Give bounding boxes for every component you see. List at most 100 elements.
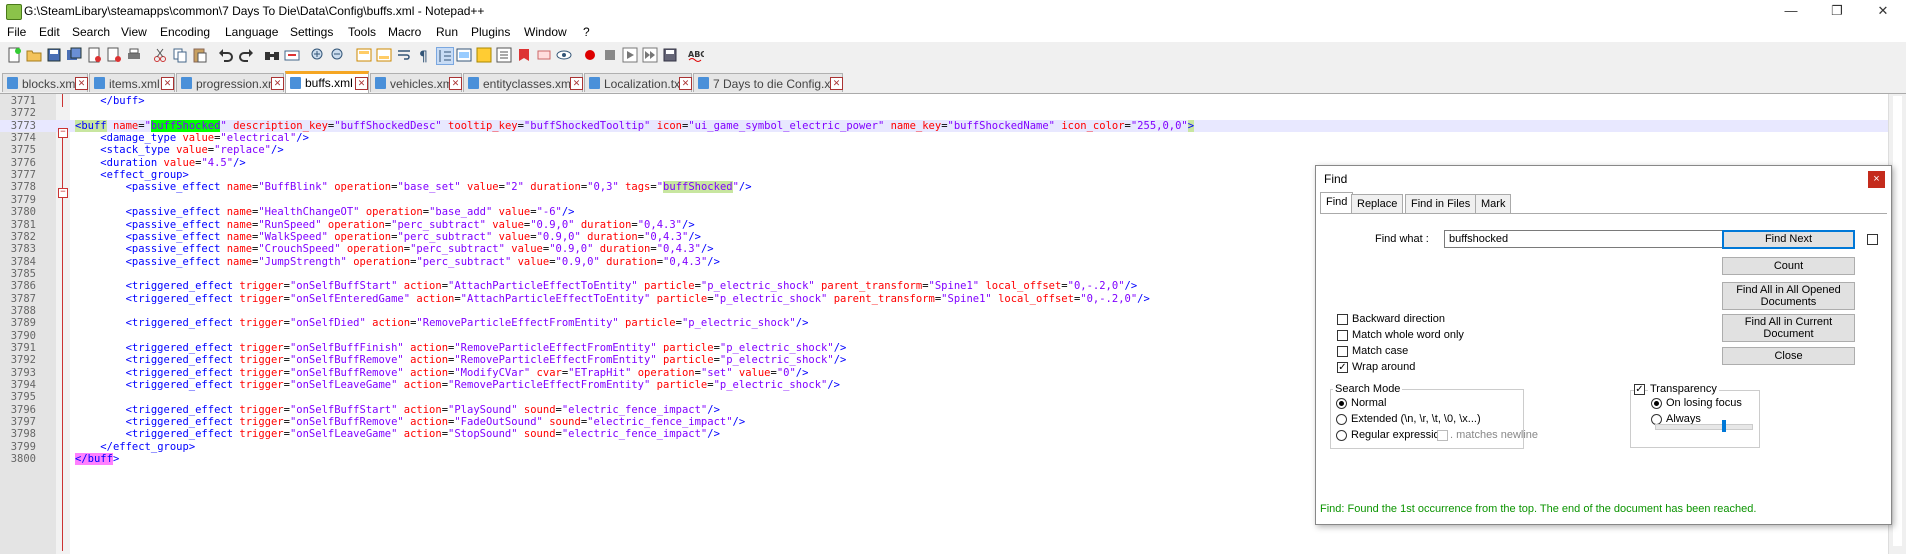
document-map-icon[interactable] xyxy=(476,47,492,63)
stop-macro-icon[interactable] xyxy=(602,47,618,63)
tab-vehicles-xml[interactable]: vehicles.xml ✕ xyxy=(370,73,462,92)
find-next-button[interactable]: Find Next xyxy=(1722,230,1855,249)
code-line[interactable]: 3775 <stack_type value="replace"/> xyxy=(0,144,1890,156)
find-icon[interactable] xyxy=(264,47,280,63)
find-all-opened-documents-button[interactable]: Find All in All Opened Documents xyxy=(1722,282,1855,310)
file-icon xyxy=(375,77,386,89)
transparency-checkbox[interactable]: ✓ xyxy=(1634,384,1645,395)
menu-file[interactable]: File xyxy=(7,25,26,39)
extended-mode-radio[interactable] xyxy=(1336,414,1347,425)
file-icon xyxy=(468,77,479,89)
function-list-icon[interactable] xyxy=(496,47,512,63)
wrap-around-checkbox[interactable]: ✓ xyxy=(1337,362,1348,373)
close-window-button[interactable]: ✕ xyxy=(1860,0,1906,22)
spell-check-icon[interactable]: ABC xyxy=(688,47,704,63)
tab-entityclasses-xml[interactable]: entityclasses.xml ✕ xyxy=(463,73,583,92)
menu-help[interactable]: ? xyxy=(583,25,590,39)
run-macro-multiple-icon[interactable] xyxy=(642,47,658,63)
menu-settings[interactable]: Settings xyxy=(290,25,333,39)
user-defined-language-icon[interactable] xyxy=(456,47,472,63)
monitoring-icon[interactable] xyxy=(536,47,552,63)
maximize-button[interactable]: ❐ xyxy=(1814,0,1860,22)
word-wrap-icon[interactable] xyxy=(396,47,412,63)
tab-close-icon[interactable]: ✕ xyxy=(449,77,462,90)
cut-icon[interactable] xyxy=(152,47,168,63)
menu-language[interactable]: Language xyxy=(225,25,278,39)
tab-mark[interactable]: Mark xyxy=(1475,194,1512,213)
menu-view[interactable]: View xyxy=(121,25,147,39)
replace-icon[interactable] xyxy=(284,47,300,63)
fold-collapse-icon[interactable]: − xyxy=(58,128,68,138)
copy-icon[interactable] xyxy=(172,47,188,63)
fold-collapse-icon[interactable]: − xyxy=(58,188,68,198)
save-icon[interactable] xyxy=(46,47,62,63)
tab-close-icon[interactable]: ✕ xyxy=(570,77,583,90)
count-button[interactable]: Count xyxy=(1722,257,1855,275)
sync-vertical-icon[interactable] xyxy=(356,47,372,63)
open-file-icon[interactable] xyxy=(26,47,42,63)
tab-close-icon[interactable]: ✕ xyxy=(161,77,174,90)
tab-close-icon[interactable]: ✕ xyxy=(271,77,284,90)
code-line[interactable]: 3774 <damage_type value="electrical"/> xyxy=(0,132,1890,144)
redo-icon[interactable] xyxy=(238,47,254,63)
tab-items-xml[interactable]: items.xml ✕ xyxy=(89,73,175,92)
folder-as-workspace-icon[interactable] xyxy=(516,47,532,63)
backward-direction-checkbox[interactable] xyxy=(1337,314,1348,325)
record-macro-icon[interactable] xyxy=(582,47,598,63)
scrollbar-thumb[interactable] xyxy=(1893,96,1902,546)
undo-icon[interactable] xyxy=(218,47,234,63)
tab-find[interactable]: Find xyxy=(1320,192,1354,214)
on-losing-focus-radio[interactable] xyxy=(1651,398,1662,409)
indent-guide-icon[interactable] xyxy=(436,47,454,65)
code-line[interactable]: 3773 <buff name="buffShocked" description… xyxy=(0,119,1890,132)
close-file-icon[interactable] xyxy=(86,47,102,63)
eye-icon[interactable] xyxy=(556,47,572,63)
matches-newline-checkbox[interactable] xyxy=(1437,430,1448,441)
show-all-characters-icon[interactable]: ¶ xyxy=(416,47,432,63)
tab-7-days-config-xml[interactable]: 7 Days to die Config.xml ✕ xyxy=(693,73,843,92)
find-next-option-checkbox[interactable] xyxy=(1867,234,1878,245)
match-case-checkbox[interactable] xyxy=(1337,346,1348,357)
tab-blocks-xml[interactable]: blocks.xml ✕ xyxy=(2,73,88,92)
tab-close-icon[interactable]: ✕ xyxy=(75,77,88,90)
tab-close-icon[interactable]: ✕ xyxy=(679,77,692,90)
transparency-slider[interactable] xyxy=(1655,420,1753,432)
tab-localization-txt[interactable]: Localization.txt ✕ xyxy=(584,73,692,92)
tab-close-icon[interactable]: ✕ xyxy=(830,77,843,90)
minimize-button[interactable]: — xyxy=(1768,0,1814,22)
menu-plugins[interactable]: Plugins xyxy=(471,25,510,39)
find-dialog-close-button[interactable]: × xyxy=(1868,171,1885,188)
print-icon[interactable] xyxy=(126,47,142,63)
code-line[interactable]: 3772 xyxy=(0,107,1890,119)
save-all-icon[interactable] xyxy=(66,47,82,63)
tab-close-icon[interactable]: ✕ xyxy=(355,77,368,90)
new-file-icon[interactable] xyxy=(6,47,22,63)
play-macro-icon[interactable] xyxy=(622,47,638,63)
tab-buffs-xml[interactable]: buffs.xml ✕ xyxy=(285,71,369,93)
menu-edit[interactable]: Edit xyxy=(39,25,60,39)
tab-progression-xml[interactable]: progression.xml ✕ xyxy=(176,73,284,92)
normal-mode-radio[interactable] xyxy=(1336,398,1347,409)
match-whole-word-checkbox[interactable] xyxy=(1337,330,1348,341)
code-line[interactable]: 3771 </buff> xyxy=(0,95,1890,107)
find-all-current-document-button[interactable]: Find All in Current Document xyxy=(1722,314,1855,342)
menu-run[interactable]: Run xyxy=(436,25,458,39)
menu-encoding[interactable]: Encoding xyxy=(160,25,210,39)
close-all-icon[interactable] xyxy=(106,47,122,63)
tab-find-in-files[interactable]: Find in Files xyxy=(1405,194,1477,213)
paste-icon[interactable] xyxy=(192,47,208,63)
zoom-in-icon[interactable] xyxy=(310,47,326,63)
sync-horizontal-icon[interactable] xyxy=(376,47,392,63)
menu-window[interactable]: Window xyxy=(524,25,567,39)
menu-search[interactable]: Search xyxy=(72,25,110,39)
menu-macro[interactable]: Macro xyxy=(388,25,421,39)
save-macro-icon[interactable] xyxy=(662,47,678,63)
zoom-out-icon[interactable] xyxy=(330,47,346,63)
regex-mode-radio[interactable] xyxy=(1336,430,1347,441)
find-what-input[interactable]: buffshocked ⌵ xyxy=(1444,230,1736,248)
tab-replace[interactable]: Replace xyxy=(1351,194,1404,213)
slider-knob[interactable] xyxy=(1722,420,1727,432)
menu-tools[interactable]: Tools xyxy=(348,25,376,39)
svg-text:¶: ¶ xyxy=(419,49,428,63)
close-button[interactable]: Close xyxy=(1722,347,1855,365)
